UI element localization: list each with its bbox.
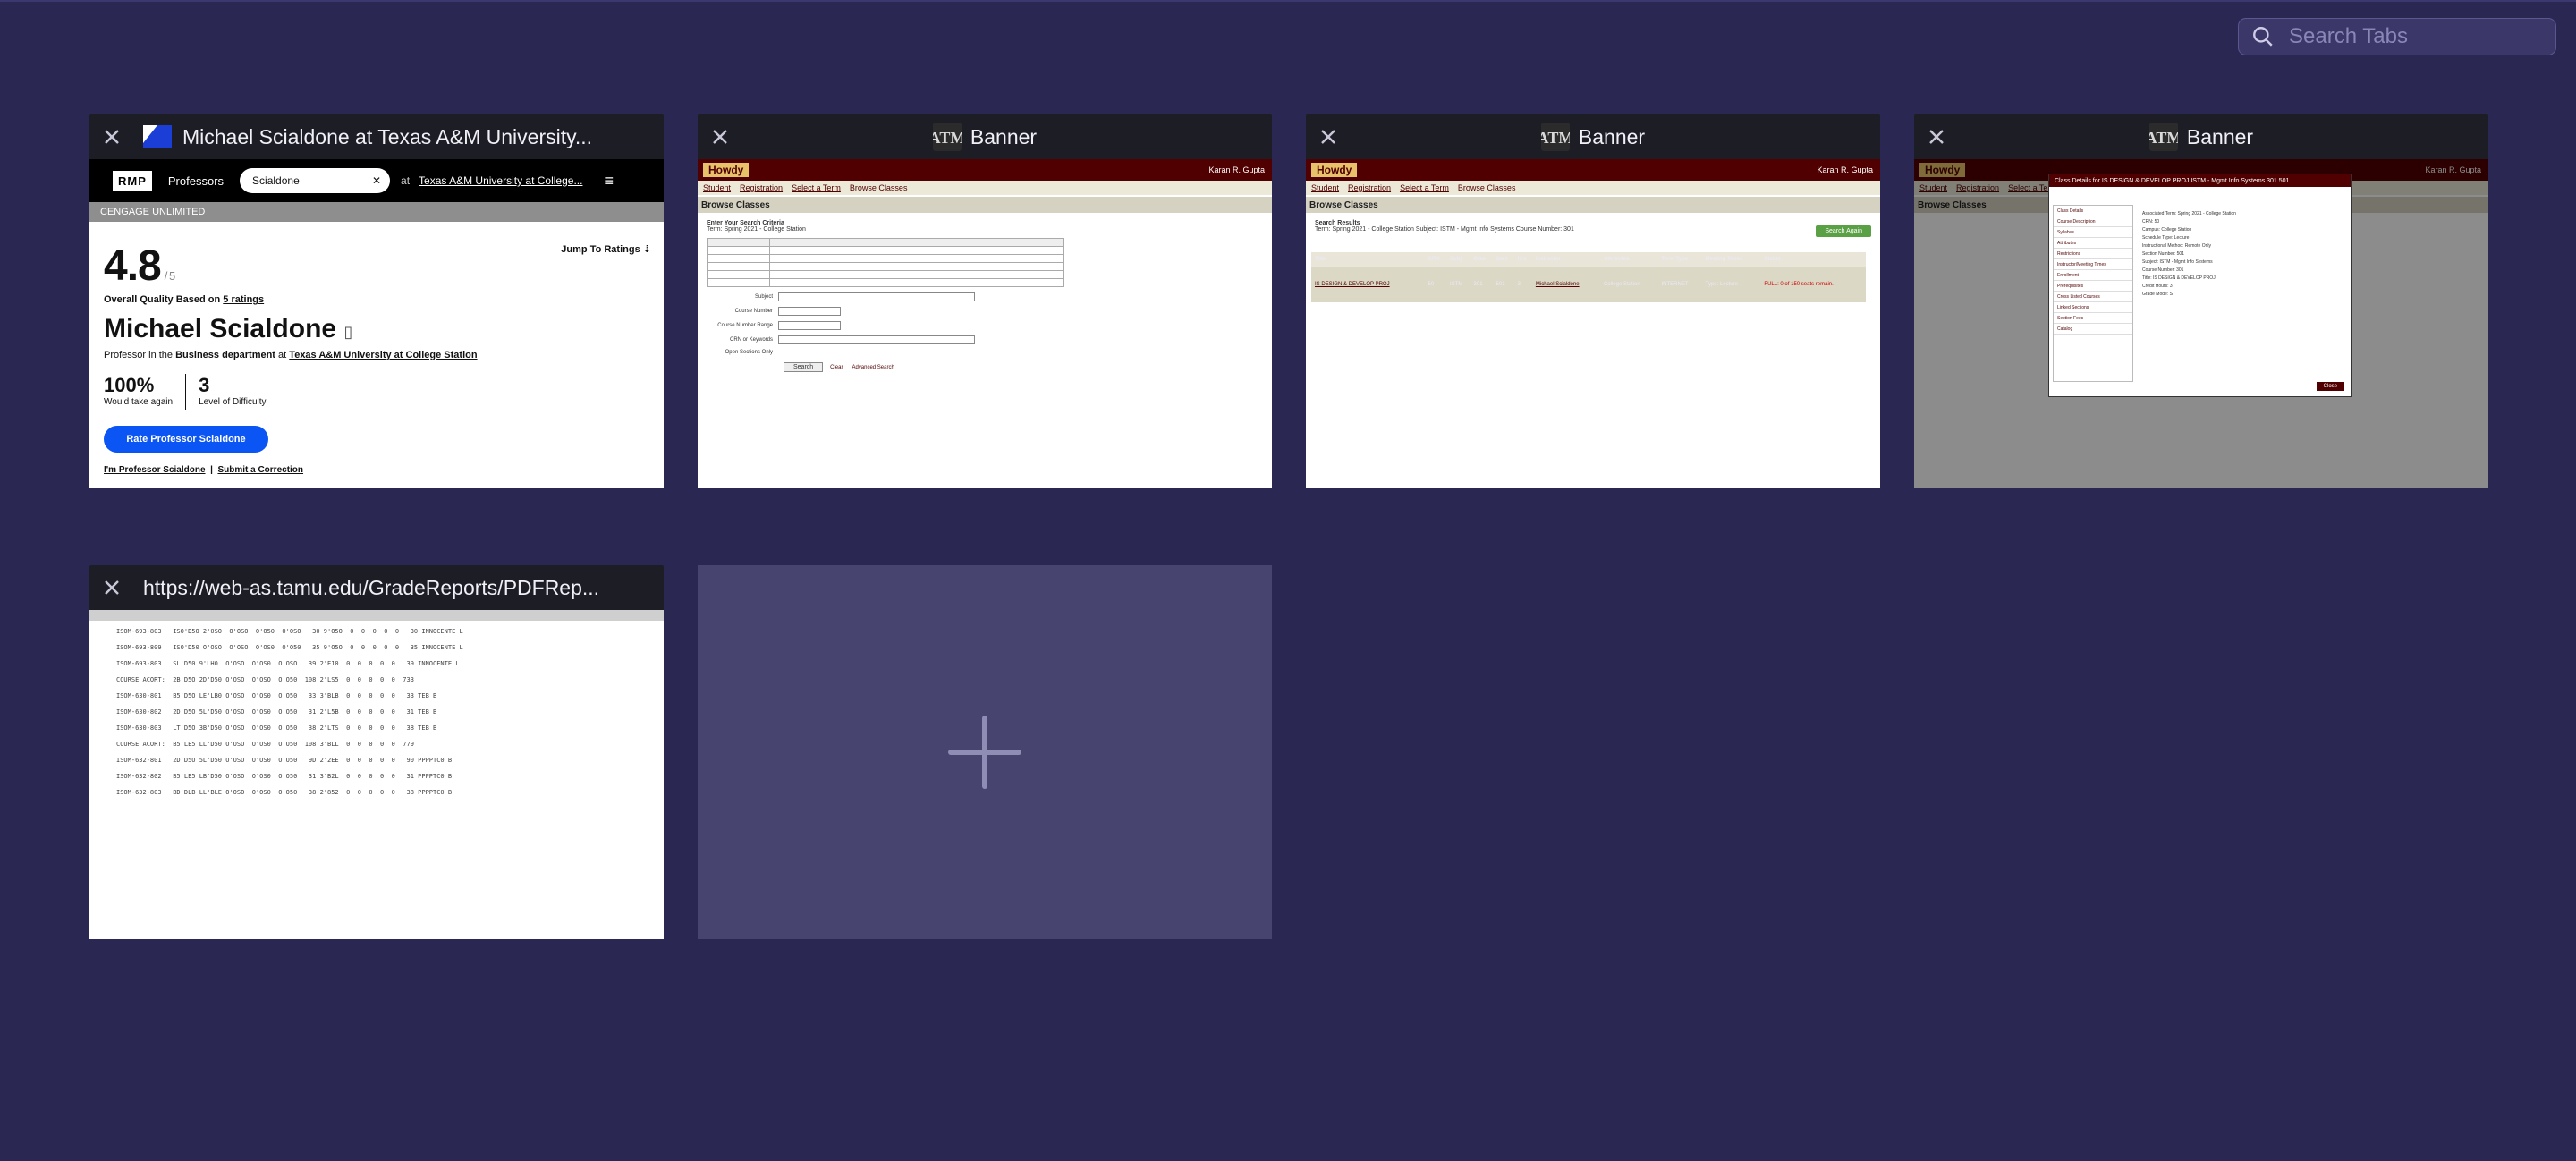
tab-titlebar: ATM Banner — [1306, 114, 1880, 159]
score-max: / 5 — [164, 269, 176, 283]
close-icon — [105, 580, 119, 595]
professor-name: Michael Scialdone ▯ — [104, 314, 353, 343]
tab-card-banner-results[interactable]: ATM Banner Howdy Karan R. Gupta Student Re… — [1306, 114, 1880, 488]
results-meta: Term: Spring 2021 - College Station Subj… — [1315, 226, 1574, 233]
user-name: Karan R. Gupta — [1208, 165, 1265, 174]
advanced-search-link: Advanced Search — [852, 365, 894, 370]
user-name: Karan R. Gupta — [1817, 165, 1873, 174]
rmp-search-box: Scialdone ✕ — [240, 168, 391, 193]
crn-field: CRN or Keywords — [707, 335, 1263, 344]
breadcrumb: StudentRegistrationSelect a TermBrowse C… — [1306, 181, 1880, 195]
clear-link: Clear — [830, 365, 843, 370]
banner-header: Howdy Karan R. Gupta — [698, 159, 1272, 181]
rmp-school-link: Texas A&M University at College... — [419, 174, 583, 187]
take-again-stat: 100% Would take again — [104, 374, 174, 407]
criteria-table — [707, 238, 1064, 287]
ad-banner: CENGAGE UNLIMITED — [89, 202, 664, 222]
tab-preview: RMP Professors Scialdone ✕ at Texas A&M U… — [89, 159, 664, 488]
close-tab-button[interactable] — [100, 576, 123, 599]
new-tab-button[interactable] — [698, 565, 1272, 939]
search-heading: Enter Your Search Criteria — [707, 220, 784, 226]
page-title: Browse Classes — [698, 197, 1272, 213]
table-header: Title CRN Subj Crse Sect Hrs Instructor Attribu… — [1311, 252, 1866, 267]
tab-card-banner-search[interactable]: ATM Banner Howdy Karan R. Gupta Student Re… — [698, 114, 1272, 488]
tab-title: Banner — [2186, 124, 2254, 148]
tab-card-rmp[interactable]: Michael Scialdone at Texas A&M Universit… — [89, 114, 664, 488]
table-row: IS DESIGN & DEVELOP PROJ 50 ISTM 301 501 3 Mic… — [1311, 267, 1866, 302]
tab-titlebar: ATM Banner — [1914, 114, 2488, 159]
tab-title: Banner — [970, 124, 1038, 148]
overall-quality: Overall Quality Based on 5 ratings — [104, 294, 265, 305]
tamu-logo-icon: ATM — [1540, 123, 1570, 151]
tab-preview: Howdy Karan R. Gupta Student Registration S… — [1914, 159, 2488, 488]
rmp-search-value: Scialdone — [252, 174, 300, 187]
page-title: Browse Classes — [1306, 197, 1880, 213]
rmp-logo: RMP — [113, 170, 152, 191]
howdy-logo: Howdy — [1311, 163, 1358, 177]
modal-close-button: Close — [2316, 382, 2344, 391]
tab-title: Banner — [1578, 124, 1646, 148]
rate-professor-button: Rate Professor Scialdone — [104, 426, 268, 453]
tab-titlebar: ATM Banner — [698, 114, 1272, 159]
hamburger-icon: ≡ — [604, 171, 614, 190]
class-details-modal: Class Details for IS DESIGN & DEVELOP PR… — [2048, 174, 2352, 397]
rmp-header: RMP Professors Scialdone ✕ at Texas A&M U… — [89, 159, 664, 202]
modal-detail-text: Associated Term: Spring 2021 - College S… — [2142, 211, 2236, 297]
results-table: Title CRN Subj Crse Sect Hrs Instructor Attribu… — [1311, 252, 1866, 302]
jump-to-ratings: Jump To Ratings ⇣ — [561, 244, 651, 255]
professors-dropdown: Professors — [167, 174, 225, 188]
tab-preview: Howdy Karan R. Gupta Student Registration S… — [1306, 159, 1880, 488]
stat-divider — [185, 374, 187, 410]
course-range-field: Course Number Range — [707, 321, 1263, 330]
howdy-logo: Howdy — [703, 163, 750, 177]
close-icon — [105, 130, 119, 144]
term-label: Term: Spring 2021 - College Station — [707, 226, 806, 233]
rmp-favicon — [143, 125, 172, 148]
pdf-text: ISOM-693-803 ISO'D5O 2'0SO O'OSO O'O50 O… — [116, 628, 463, 796]
banner-header: Howdy Karan R. Gupta — [1306, 159, 1880, 181]
subject-field: Subject — [707, 292, 1263, 301]
tab-titlebar: Michael Scialdone at Texas A&M Universit… — [89, 114, 664, 159]
professor-dept: Professor in the Business department at … — [104, 350, 478, 360]
bookmark-icon: ▯ — [343, 323, 353, 341]
tamu-logo-icon: ATM — [2148, 123, 2178, 151]
clear-icon: ✕ — [371, 174, 382, 187]
tab-title: Michael Scialdone at Texas A&M Universit… — [182, 124, 593, 148]
search-tabs-input[interactable] — [2289, 24, 2548, 49]
tab-preview: Howdy Karan R. Gupta Student Registration S… — [698, 159, 1272, 488]
modal-title: Class Details for IS DESIGN & DEVELOP PR… — [2049, 174, 2351, 187]
search-icon — [2253, 27, 2273, 47]
search-tabs-field[interactable] — [2238, 18, 2556, 55]
tab-card-pdf[interactable]: https://web-as.tamu.edu/GradeReports/PDF… — [89, 565, 664, 939]
open-sections-field: Open Sections Only — [724, 350, 773, 355]
search-again-button: Search Again — [1816, 225, 1871, 237]
course-number-field: Course Number — [707, 307, 1263, 316]
results-heading: Search Results — [1315, 220, 1360, 226]
tamu-logo-icon: ATM — [932, 123, 962, 151]
tab-title: https://web-as.tamu.edu/GradeReports/PDF… — [143, 575, 600, 599]
tab-card-banner-details[interactable]: ATM Banner Howdy Karan R. Gupta Student Re… — [1914, 114, 2488, 488]
tab-titlebar: https://web-as.tamu.edu/GradeReports/PDF… — [89, 565, 664, 610]
search-button: Search — [784, 362, 824, 372]
breadcrumb: StudentRegistrationSelect a TermBrowse C… — [698, 181, 1272, 195]
modal-side-menu: Class Details Course Description Syllabus A… — [2053, 205, 2133, 382]
pdf-toolbar — [89, 610, 664, 621]
difficulty-stat: 3 Level of Difficulty — [199, 374, 267, 407]
close-tab-button[interactable] — [100, 125, 123, 148]
svg-text:ATM: ATM — [2149, 129, 2178, 147]
svg-text:ATM: ATM — [1541, 129, 1570, 147]
ratings-link: 5 ratings — [223, 294, 265, 305]
rmp-at: at — [401, 174, 411, 187]
rmp-footer-links: I'm Professor Scialdone | Submit a Corre… — [104, 465, 304, 475]
top-border — [0, 0, 2576, 2]
svg-text:ATM: ATM — [933, 129, 962, 147]
tab-preview: ISOM-693-803 ISO'D5O 2'0SO O'OSO O'O50 O… — [89, 610, 664, 939]
plus-icon — [948, 716, 1021, 789]
